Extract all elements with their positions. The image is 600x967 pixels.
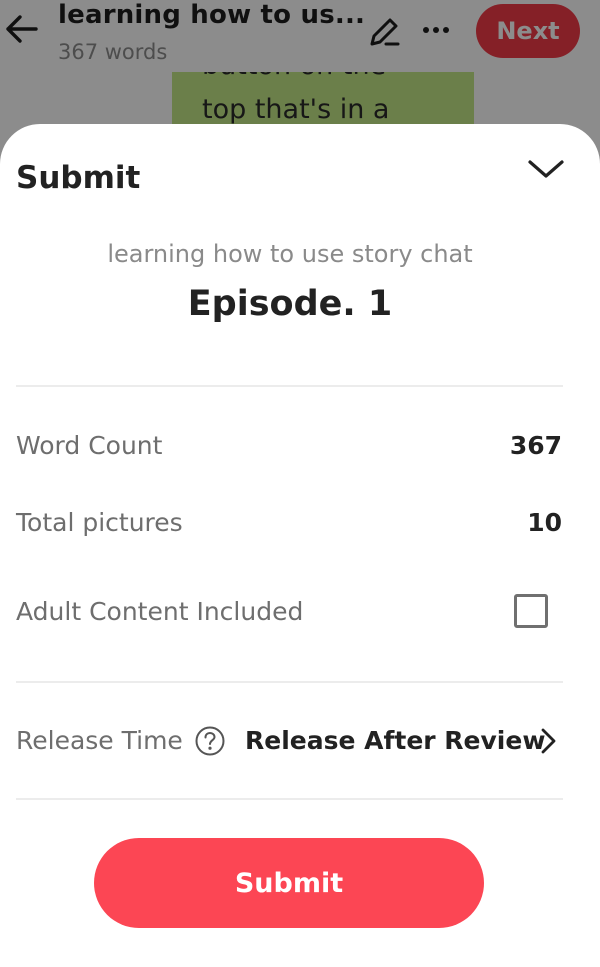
adult-content-checkbox[interactable] [514, 594, 548, 628]
submit-sheet: Submit learning how to use story chat Ep… [0, 124, 600, 967]
submit-button[interactable]: Submit [94, 838, 484, 928]
word-count-row-value: 367 [509, 431, 562, 460]
episode-title: Episode. 1 [187, 284, 393, 324]
sheet-title: Submit [16, 160, 141, 196]
help-icon[interactable] [194, 725, 226, 757]
chevron-down-icon[interactable] [524, 152, 568, 188]
total-pictures-label: Total pictures [16, 508, 183, 537]
divider [16, 681, 563, 683]
chevron-right-icon[interactable] [536, 726, 560, 756]
divider [16, 798, 563, 800]
story-name: learning how to use story chat [107, 240, 473, 268]
release-time-label: Release Time [16, 726, 183, 755]
divider [16, 385, 563, 387]
release-time-value[interactable]: Release After Review [245, 726, 545, 755]
adult-content-label: Adult Content Included [16, 597, 304, 626]
word-count-row-label: Word Count [16, 431, 163, 460]
total-pictures-value: 10 [527, 508, 562, 537]
